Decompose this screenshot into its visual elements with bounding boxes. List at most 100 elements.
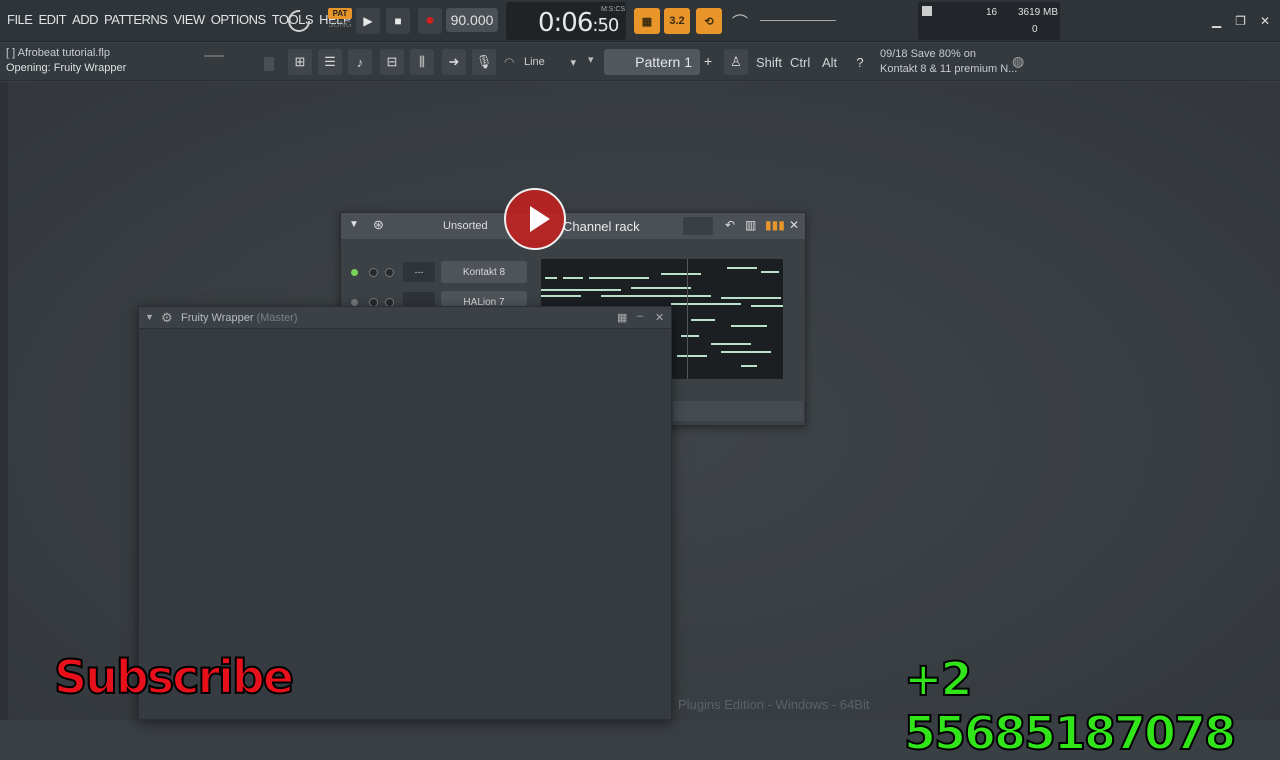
note-bar [751,305,783,307]
note-bar [681,335,699,337]
typing-keyboard-button[interactable]: ▦ [634,8,660,34]
note-bar [601,295,711,297]
undo-icon[interactable]: ↶ [725,218,735,232]
globe-icon[interactable]: ◍ [1012,53,1024,70]
minimize-icon[interactable]: – [637,310,643,322]
menu-file[interactable]: FILE [6,12,33,27]
pattern-name: Pattern 1 [635,54,692,70]
note-bar [691,319,715,321]
tempo-value: 90.000 [450,12,494,28]
record-icon: ● [425,12,435,29]
add-pattern-button[interactable]: + [704,53,712,69]
step-icon: 3.2 [669,15,685,27]
channel-rack-button[interactable]: ☰ [318,49,342,75]
pan-knob[interactable] [385,268,394,277]
ctrl-modifier[interactable]: Ctrl [790,55,810,70]
grid-icon[interactable]: ▦ [617,311,627,324]
step-edit-button[interactable]: 3.2 [664,8,690,34]
metronome-button[interactable]: ⌒ [728,8,752,34]
metronome-icon: ⌒ [731,15,748,32]
note-bar [677,355,707,357]
status-text: Opening: Fruity Wrapper [6,62,127,74]
faders-icon: ⫼ [419,54,425,69]
play-cursor-overlay [504,188,566,250]
record-button[interactable]: ● [418,8,442,34]
browser-button[interactable]: ➜ [442,49,466,75]
channel-mute-led[interactable] [351,269,358,276]
note-bar [661,273,701,275]
keyboard-icon: ▦ [641,15,653,28]
tempo-field[interactable]: 90.000 [446,8,498,32]
master-volume-slider[interactable] [760,20,836,21]
volume-knob[interactable] [369,268,378,277]
note-bar [589,277,649,279]
loop-record-button[interactable]: ⟲ [696,8,722,34]
menu-arrow-icon[interactable]: ▼ [145,312,154,322]
steps-field[interactable] [683,217,713,235]
graph-icon[interactable]: ▥ [745,218,756,232]
playhead [687,259,688,379]
channel-rack-footer[interactable] [673,401,803,421]
mixer-track-field[interactable]: --- [403,262,435,282]
menu-add[interactable]: ADD [71,12,99,27]
snap-select[interactable]: Line ▾ [520,52,580,72]
channel-mute-led[interactable] [351,299,358,306]
drag-mode-button[interactable]: ♙ [724,49,748,75]
hint-handle[interactable] [264,57,274,71]
faders-button[interactable]: ⫼ [410,49,434,75]
time-display[interactable]: 0:06:50 M:S:CS [506,2,626,40]
fruity-wrapper-header[interactable]: ▼ ⚙ Fruity Wrapper (Master) ▦ – ✕ [139,307,671,329]
piano-roll-button[interactable]: ♪ [348,49,372,75]
channel-name-button[interactable]: Kontakt 8 [441,261,527,283]
menu-options[interactable]: OPTIONS [210,12,267,27]
snap-value: Line [524,56,545,68]
note-bar [721,297,781,299]
channel-rack-header[interactable]: ▼ ⊛ Unsorted Channel rack ↶ ▥ ▮▮▮ ✕ [341,213,805,239]
menu-edit[interactable]: EDIT [37,12,67,27]
note-bar [727,267,757,269]
hint-slider[interactable] [204,55,224,57]
time-format-label: M:S:CS [601,6,626,13]
note-bar [671,303,741,305]
edition-label: Plugins Edition - Windows - 64Bit [678,697,870,712]
playlist-button[interactable]: ⊞ [288,49,312,75]
note-bar [761,271,779,273]
person-icon: ♙ [730,54,742,69]
mixer-button[interactable]: ⊟ [380,49,404,75]
mic-button[interactable]: 🎙 [472,49,496,75]
close-icon[interactable]: ✕ [655,311,664,324]
menu-view[interactable]: VIEW [172,12,205,27]
gear-icon[interactable]: ⚙ [161,310,173,326]
close-icon[interactable]: ✕ [1260,14,1270,28]
stop-button[interactable]: ■ [386,8,410,34]
phone-overlay: +2 55685187078 [903,651,1237,760]
cpu-meter [922,6,932,16]
play-icon [530,206,550,232]
alt-modifier[interactable]: Alt [822,55,837,70]
window-subtitle: (Master) [256,312,298,324]
pat-song-toggle[interactable]: PAT SONG [326,6,354,32]
close-icon[interactable]: ✕ [789,218,799,232]
voices-count: 16 [986,7,998,18]
window-controls: ▁ ❐ ✕ [1212,14,1270,28]
filter-select[interactable]: Unsorted [443,220,488,232]
headphones-icon: ◠ [504,55,515,69]
play-icon: ▶ [363,14,373,28]
menu-patterns[interactable]: PATTERNS [103,12,168,27]
help-button[interactable]: ? [848,49,872,75]
browser-collapsed-strip[interactable] [0,82,8,720]
window-title: Fruity Wrapper (Master) [181,312,298,324]
pattern-menu-arrow-icon[interactable]: ▾ [588,53,594,66]
news-ticker[interactable]: 09/18 Save 80% on Kontakt 8 & 11 premium… [880,47,1017,77]
swing-icon[interactable]: ⊛ [373,217,384,233]
play-button[interactable]: ▶ [356,8,380,34]
subscribe-overlay: Subscribe [53,649,295,705]
master-pitch-knob[interactable] [286,8,312,34]
menu-arrow-icon[interactable]: ▼ [349,219,359,230]
pattern-selector[interactable]: Pattern 1 [604,49,700,75]
maximize-icon[interactable]: ❐ [1235,14,1246,28]
step-sequencer-icon[interactable]: ▮▮▮ [765,218,785,232]
minimize-icon[interactable]: ▁ [1212,14,1221,28]
playlist-icon: ⊞ [294,54,306,69]
shift-modifier[interactable]: Shift [756,55,782,70]
